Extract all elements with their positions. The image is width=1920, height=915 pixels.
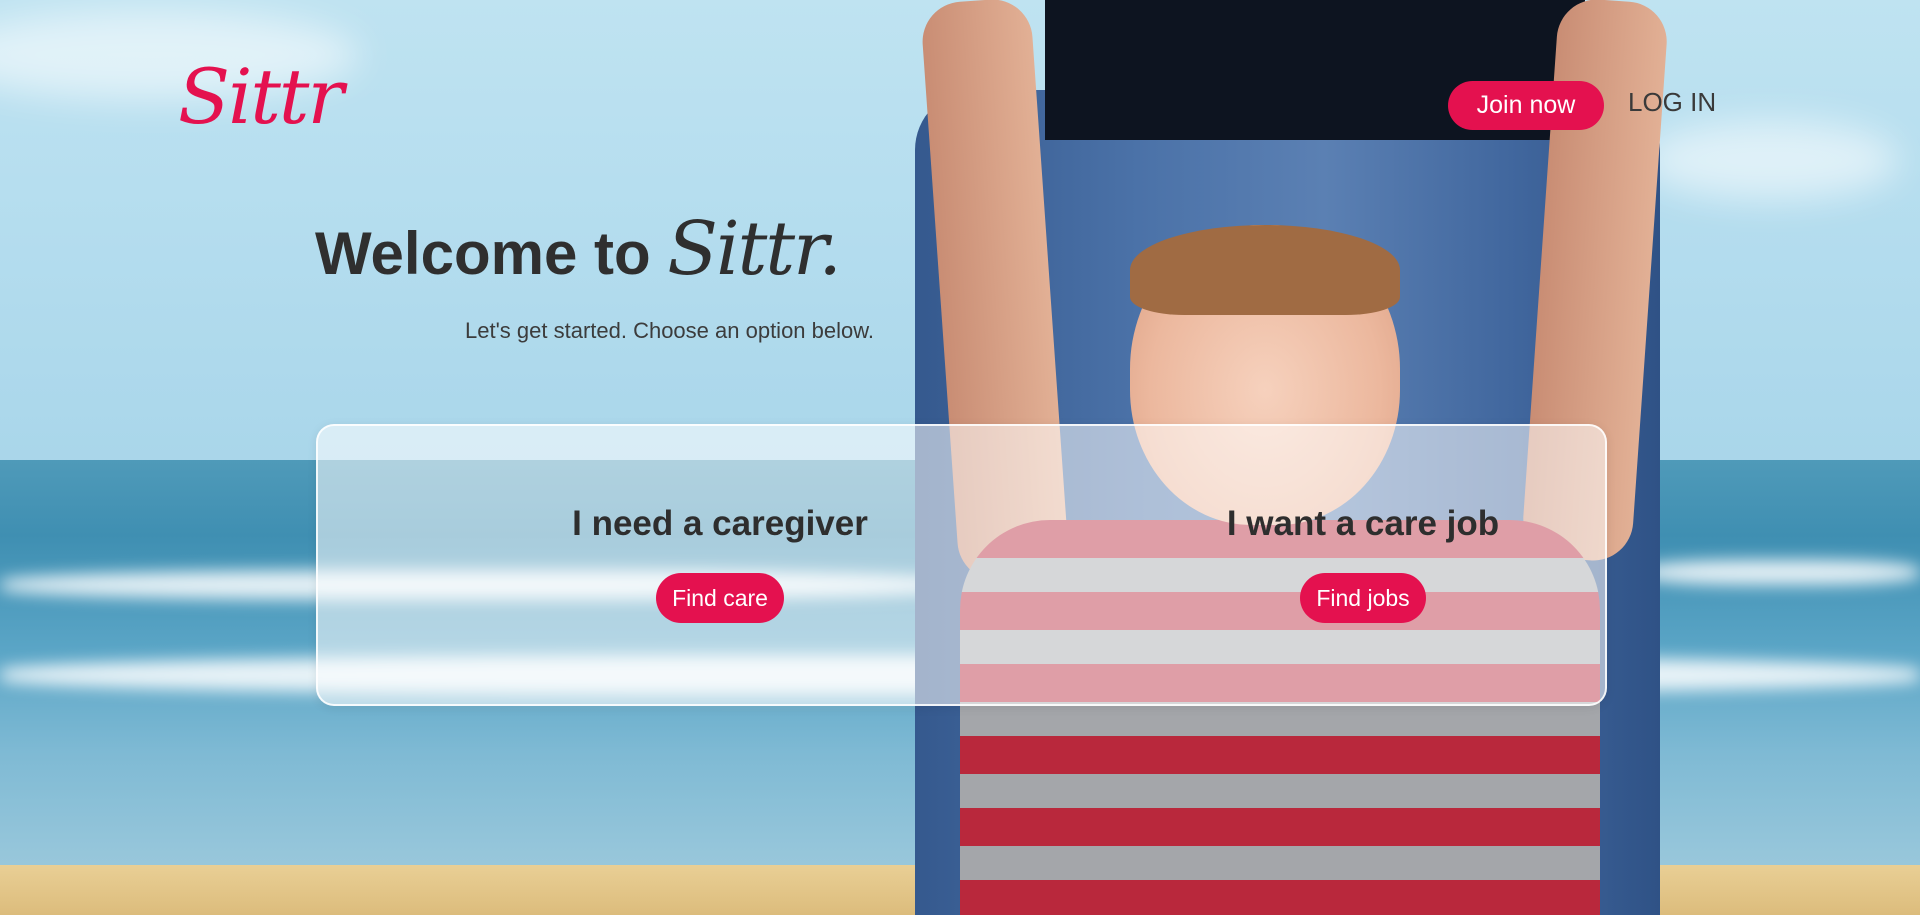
find-care-button[interactable]: Find care <box>656 573 784 623</box>
wave <box>1640 560 1920 585</box>
page-subtitle: Let's get started. Choose an option belo… <box>465 318 875 343</box>
cloud <box>1640 120 1900 200</box>
options-panel: I need a caregiver Find care I want a ca… <box>316 424 1607 706</box>
option-heading: I need a caregiver <box>572 504 868 543</box>
page-title: Welcome to Sittr. <box>315 206 842 292</box>
title-prefix: Welcome to <box>315 220 651 287</box>
logo[interactable]: Sittr <box>178 52 344 141</box>
caregiver-option: I need a caregiver Find care <box>480 504 960 623</box>
care-job-option: I want a care job Find jobs <box>1123 504 1603 623</box>
login-link[interactable]: LOG IN <box>1628 87 1716 118</box>
title-brand: Sittr. <box>667 206 842 292</box>
child-hair <box>1130 225 1400 315</box>
option-heading: I want a care job <box>1226 504 1500 543</box>
find-jobs-button[interactable]: Find jobs <box>1300 573 1426 623</box>
join-now-button[interactable]: Join now <box>1448 81 1604 130</box>
